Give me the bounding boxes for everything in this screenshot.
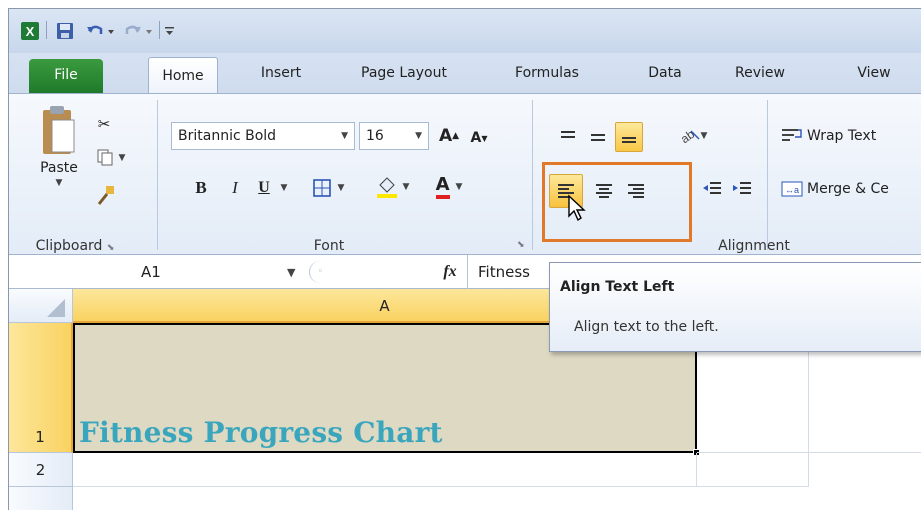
row-header-3[interactable] <box>9 487 73 510</box>
font-group-label: Font <box>313 238 345 254</box>
align-right-button[interactable] <box>621 174 651 208</box>
mouse-cursor-icon <box>567 194 591 224</box>
bottom-align-button[interactable] <box>615 122 643 152</box>
format-painter-icon[interactable] <box>91 182 121 208</box>
excel-window: X File Home Insert Page Layout Formulas … <box>8 8 921 510</box>
underline-dropdown-icon[interactable]: ▼ <box>277 174 291 202</box>
font-color-button[interactable]: A ▼ <box>423 172 475 202</box>
font-color-icon: A <box>435 175 450 199</box>
fill-color-icon <box>376 177 397 198</box>
title-bar: X <box>9 9 921 53</box>
undo-icon[interactable] <box>83 19 117 43</box>
decrease-indent-icon <box>703 182 721 194</box>
tab-home[interactable]: Home <box>148 57 218 93</box>
row-header-2[interactable]: 2 <box>9 453 73 487</box>
borders-icon <box>312 179 331 197</box>
formula-bar-resize-handle[interactable]: ◦ <box>309 261 331 283</box>
redo-icon[interactable] <box>121 19 155 43</box>
top-align-button[interactable] <box>555 124 581 150</box>
cell-a1-text: Fitness Progress Chart <box>79 416 443 449</box>
tab-view[interactable]: View <box>849 53 899 93</box>
customize-toolbar-icon[interactable] <box>161 19 179 43</box>
font-size-dropdown[interactable]: 16 ▼ <box>359 122 429 150</box>
decrease-indent-button[interactable] <box>699 174 725 204</box>
align-center-button[interactable] <box>589 174 619 208</box>
dialog-launcher-icon: ⬊ <box>106 243 115 253</box>
svg-text:ab: ab <box>679 127 697 145</box>
insert-function-button[interactable]: fx <box>437 259 463 285</box>
merge-and-center-button[interactable]: ↔a Merge & Ce <box>781 174 921 204</box>
orientation-button[interactable]: ab ▼ <box>673 122 713 150</box>
paste-icon <box>43 106 75 154</box>
merge-icon: ↔a <box>781 181 803 197</box>
middle-align-button[interactable] <box>585 124 611 150</box>
cell-b2[interactable] <box>697 453 809 487</box>
paste-label: Paste <box>40 160 78 176</box>
row-header-1[interactable]: 1 <box>9 323 73 453</box>
align-text-left-tooltip: Align Text Left Align text to the left. <box>549 262 921 352</box>
increase-font-size-button[interactable]: A ▲ <box>437 122 461 150</box>
name-box[interactable]: A1 ▼ <box>9 255 309 289</box>
font-dialog-launcher-icon[interactable]: ⬊ <box>517 240 525 250</box>
wrap-text-icon <box>782 129 802 141</box>
excel-logo-icon: X <box>19 19 41 43</box>
font-family-dropdown[interactable]: Britannic Bold ▼ <box>171 122 355 150</box>
name-box-dropdown-icon: ▼ <box>287 265 296 279</box>
borders-button[interactable]: ▼ <box>305 174 351 202</box>
fill-color-button[interactable]: ▼ <box>367 172 417 202</box>
tab-formulas[interactable]: Formulas <box>497 53 597 93</box>
tab-page-layout[interactable]: Page Layout <box>349 53 459 93</box>
select-all-corner[interactable] <box>9 289 73 323</box>
copy-icon[interactable]: ▼ <box>91 146 131 170</box>
paste-button[interactable]: Paste ▼ <box>29 102 89 222</box>
alignment-group-label: Alignment <box>718 238 790 254</box>
clipboard-group-label: Clipboard ⬊ <box>35 238 115 254</box>
cell-a2[interactable] <box>73 453 697 487</box>
align-center-icon <box>596 184 612 198</box>
italic-button[interactable]: I <box>223 174 247 202</box>
wrap-text-button[interactable]: Wrap Text <box>781 122 921 150</box>
increase-indent-button[interactable] <box>729 174 755 204</box>
tab-review[interactable]: Review <box>725 53 795 93</box>
decrease-font-size-button[interactable]: A ▼ <box>467 124 491 152</box>
tooltip-body: Align text to the left. <box>574 319 719 335</box>
align-right-icon <box>628 184 644 198</box>
paste-dropdown-icon: ▼ <box>55 178 63 188</box>
ribbon-home: Paste ▼ ✂ ▼ Clipboard ⬊ Britannic Bold ▼ … <box>9 93 921 255</box>
tab-insert[interactable]: Insert <box>249 53 313 93</box>
bold-button[interactable]: B <box>189 174 213 202</box>
underline-button[interactable]: U <box>253 174 275 202</box>
ribbon-tabs: File Home Insert Page Layout Formulas Da… <box>9 53 921 93</box>
tooltip-title: Align Text Left <box>560 279 675 295</box>
cut-icon[interactable]: ✂ <box>89 112 119 136</box>
increase-indent-icon <box>733 182 751 194</box>
orientation-icon: ab <box>679 127 700 145</box>
svg-text:↔a: ↔a <box>785 185 799 195</box>
tab-data[interactable]: Data <box>637 53 693 93</box>
save-icon[interactable] <box>53 19 77 43</box>
svg-text:X: X <box>26 24 35 39</box>
tab-file[interactable]: File <box>29 59 103 93</box>
